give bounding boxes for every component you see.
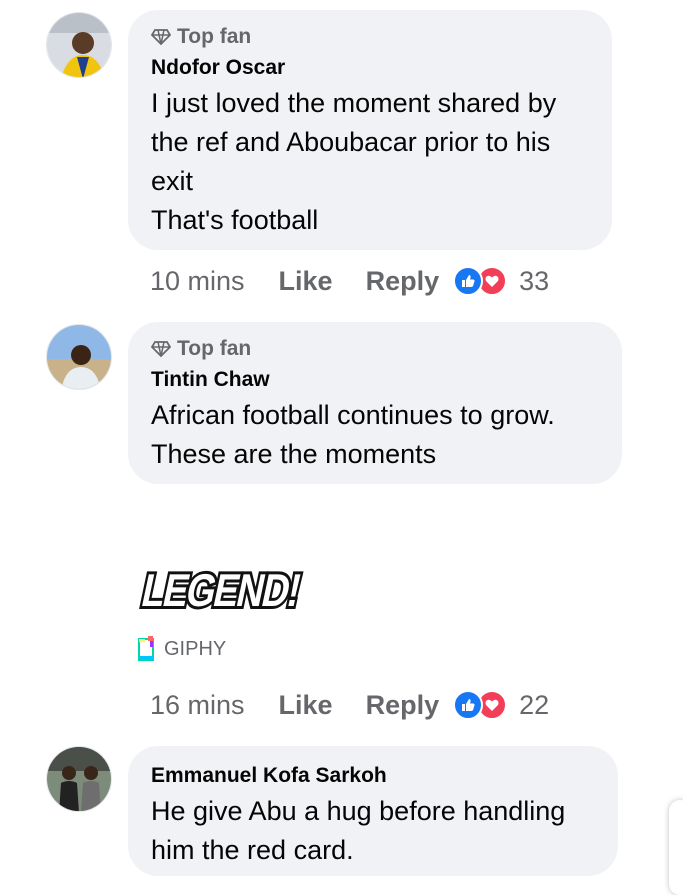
badge-label: Top fan	[177, 337, 252, 360]
legend-gif[interactable]: LEGEND!	[132, 548, 312, 629]
gif-text: LEGEND!	[138, 564, 305, 615]
comment-bubble: Top fan Tintin Chaw African football con…	[128, 322, 622, 484]
like-button[interactable]: Like	[279, 266, 333, 297]
comment-text: I just loved the moment shared by the re…	[151, 84, 612, 240]
reply-button[interactable]: Reply	[366, 690, 440, 721]
avatar-photo	[47, 747, 111, 811]
reaction-count[interactable]: 22	[519, 690, 549, 721]
comment-line: These are the moments	[151, 439, 437, 469]
comment-bubble: Top fan Ndofor Oscar I just loved the mo…	[128, 10, 612, 250]
top-fan-badge[interactable]: Top fan	[151, 336, 622, 362]
avatar-photo	[47, 13, 111, 77]
avatar[interactable]	[46, 12, 112, 78]
top-fan-badge[interactable]: Top fan	[151, 24, 612, 50]
author-name[interactable]: Emmanuel Kofa Sarkoh	[151, 764, 618, 788]
avatar-photo	[47, 325, 111, 389]
comment-line: him the red card.	[151, 835, 354, 865]
reply-button[interactable]: Reply	[366, 266, 440, 297]
comment-text: African football continues to grow. Thes…	[151, 396, 622, 474]
timestamp[interactable]: 16 mins	[150, 690, 245, 721]
giphy-label: GIPHY	[164, 637, 227, 660]
top-fan-diamond-icon	[151, 29, 171, 46]
comment-line: I just loved the moment shared by	[151, 88, 557, 118]
comment-text: He give Abu a hug before handling him th…	[151, 792, 618, 870]
like-reaction-icon	[453, 690, 484, 720]
like-button[interactable]: Like	[279, 690, 333, 721]
avatar[interactable]	[46, 746, 112, 812]
avatar[interactable]	[46, 324, 112, 390]
reactions[interactable]	[453, 690, 508, 720]
top-fan-diamond-icon	[151, 341, 171, 358]
reaction-count[interactable]: 33	[519, 266, 549, 297]
reactions[interactable]	[453, 266, 508, 296]
like-reaction-icon	[453, 266, 484, 296]
giphy-attribution[interactable]: GIPHY	[138, 636, 226, 662]
author-name[interactable]: Ndofor Oscar	[151, 56, 612, 80]
comment-line: the ref and Aboubacar prior to his	[151, 127, 551, 157]
scroll-edge	[669, 800, 683, 895]
comment-bubble: Emmanuel Kofa Sarkoh He give Abu a hug b…	[128, 746, 618, 876]
badge-label: Top fan	[177, 25, 252, 48]
comment-actions: 16 mins Like Reply 22	[150, 685, 549, 725]
comment-line: That's football	[151, 205, 319, 235]
giphy-logo-icon	[138, 636, 154, 661]
comment-line: He give Abu a hug before handling	[151, 796, 566, 826]
comment-line: exit	[151, 166, 194, 196]
author-name[interactable]: Tintin Chaw	[151, 368, 622, 392]
comment-line: African football continues to grow.	[151, 400, 555, 430]
comment-actions: 10 mins Like Reply 33	[150, 261, 549, 301]
timestamp[interactable]: 10 mins	[150, 266, 245, 297]
